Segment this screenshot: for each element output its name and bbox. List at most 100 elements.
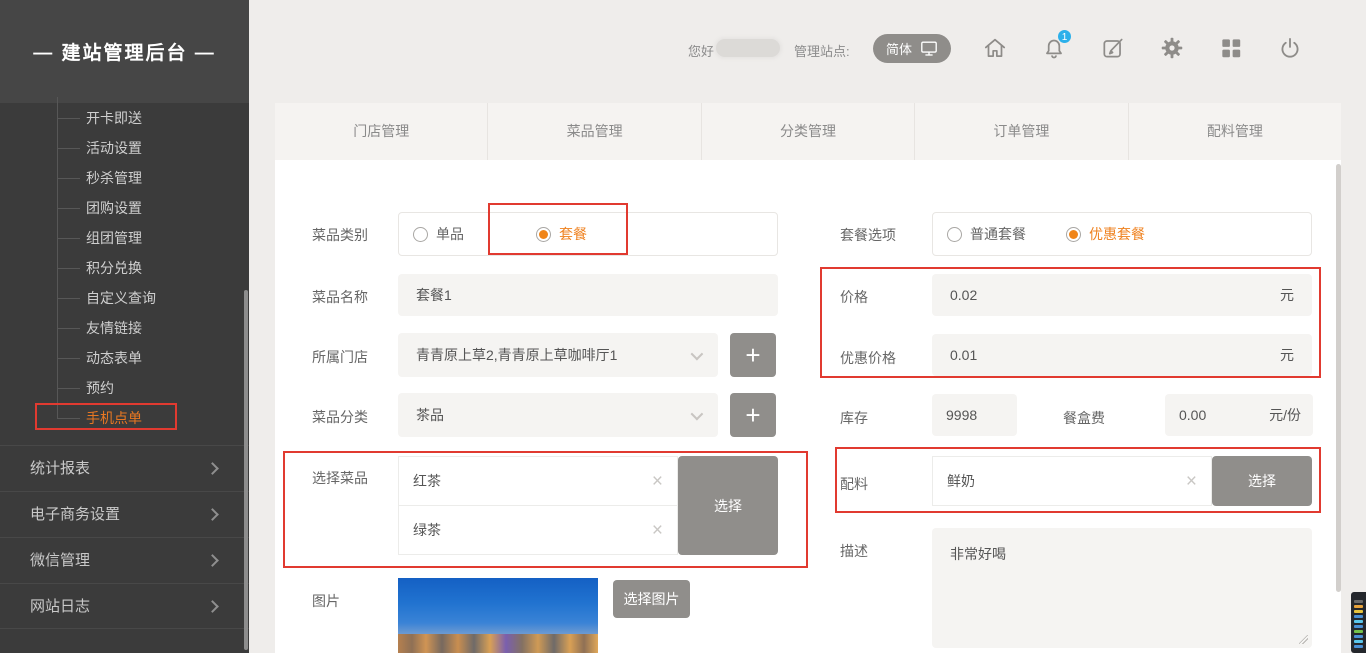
radio-option-combo[interactable]: 套餐: [536, 224, 587, 244]
store-select[interactable]: 青青原上草2,青青原上草咖啡厅1: [398, 333, 718, 377]
store-value: 青青原上草2,青青原上草咖啡厅1: [416, 345, 617, 365]
chevron-right-icon: [206, 554, 219, 567]
dish-classify-value: 茶品: [416, 405, 444, 425]
sidebar-item-group-buy[interactable]: 团购设置: [0, 193, 249, 223]
tab-bar: 门店管理 菜品管理 分类管理 订单管理 配料管理: [275, 103, 1341, 160]
tab-order-management[interactable]: 订单管理: [915, 103, 1128, 160]
chevron-right-icon: [206, 600, 219, 613]
close-icon[interactable]: ×: [652, 521, 663, 540]
sidebar-item-open-card-gift[interactable]: 开卡即送: [0, 103, 249, 133]
select-dishes-label: 选择菜品: [312, 468, 368, 488]
chevron-down-icon: [691, 347, 704, 360]
select-dishes-button[interactable]: 选择: [678, 456, 778, 555]
tab-dish-management[interactable]: 菜品管理: [488, 103, 701, 160]
sidebar-item-mobile-ordering[interactable]: 手机点单: [0, 403, 249, 433]
stock-input[interactable]: 9998: [932, 394, 1017, 436]
box-fee-label: 餐盒费: [1063, 408, 1105, 428]
select-ingredient-button[interactable]: 选择: [1212, 456, 1312, 506]
sidebar-sections: 统计报表 电子商务设置 微信管理 网站日志: [0, 445, 249, 629]
sidebar-section-label: 网站日志: [30, 598, 90, 615]
discount-price-unit: 元: [1280, 345, 1294, 365]
package-option-radio-group: 普通套餐 优惠套餐: [932, 212, 1312, 256]
main-panel: 门店管理 菜品管理 分类管理 订单管理 配料管理 菜品类别 单品 套餐 菜品名称…: [275, 103, 1341, 653]
dish-name-value: 套餐1: [416, 285, 452, 305]
add-store-button[interactable]: +: [730, 333, 776, 377]
notification-badge: 1: [1057, 29, 1072, 44]
close-icon[interactable]: ×: [652, 472, 663, 491]
sidebar-item-custom-query[interactable]: 自定义查询: [0, 283, 249, 313]
sidebar-section-label: 微信管理: [30, 552, 90, 569]
radio-option-single[interactable]: 单品: [413, 224, 464, 244]
description-label: 描述: [840, 541, 868, 561]
capture-plugin-widget[interactable]: [1351, 592, 1366, 653]
radio-option-normal-combo[interactable]: 普通套餐: [947, 224, 1026, 244]
sidebar-item-reservation[interactable]: 预约: [0, 373, 249, 403]
package-option-label: 套餐选项: [840, 225, 896, 245]
language-switch-button[interactable]: 简体: [873, 34, 951, 63]
radio-label: 普通套餐: [970, 224, 1026, 244]
sidebar-scrollbar[interactable]: [244, 290, 248, 650]
sidebar-item-group-mgmt[interactable]: 组团管理: [0, 223, 249, 253]
site-label: 管理站点:: [794, 41, 850, 60]
grid-apps-icon[interactable]: [1218, 35, 1244, 61]
radio-label: 套餐: [559, 224, 587, 244]
photo-sky: [398, 578, 598, 634]
dish-name-input[interactable]: 套餐1: [398, 274, 778, 316]
power-icon[interactable]: [1277, 35, 1303, 61]
price-input[interactable]: 0.02 元: [932, 274, 1312, 316]
sidebar-item-dynamic-form[interactable]: 动态表单: [0, 343, 249, 373]
photo-cityscape: [398, 634, 598, 653]
gear-icon[interactable]: [1159, 35, 1185, 61]
discount-price-input[interactable]: 0.01 元: [932, 334, 1312, 376]
radio-icon[interactable]: [947, 227, 962, 242]
description-textarea[interactable]: 非常好喝: [932, 528, 1312, 648]
ingredient-label: 配料: [840, 474, 868, 494]
sidebar-submenu: 开卡即送 活动设置 秒杀管理 团购设置 组团管理 积分兑换 自定义查询 友情链接…: [0, 103, 249, 433]
monitor-icon: [920, 40, 938, 57]
image-label: 图片: [312, 591, 340, 611]
price-value: 0.02: [950, 287, 977, 303]
dish-name-label: 菜品名称: [312, 287, 368, 307]
ingredient-row: 鲜奶 ×: [932, 456, 1212, 506]
sidebar-title: — 建站管理后台 —: [0, 0, 249, 103]
chevron-right-icon: [206, 508, 219, 521]
dish-classify-label: 菜品分类: [312, 407, 368, 427]
sidebar-section-ecommerce[interactable]: 电子商务设置: [0, 491, 249, 537]
admin-backend-page: — 建站管理后台 — 开卡即送 活动设置 秒杀管理 团购设置 组团管理 积分兑换…: [0, 0, 1366, 653]
sidebar-section-statistics[interactable]: 统计报表: [0, 445, 249, 491]
edit-icon[interactable]: [1100, 35, 1126, 61]
chevron-down-icon: [691, 407, 704, 420]
radio-option-discount-combo[interactable]: 优惠套餐: [1066, 224, 1145, 244]
sidebar-section-label: 统计报表: [30, 460, 90, 477]
tab-ingredient-management[interactable]: 配料管理: [1129, 103, 1341, 160]
home-icon[interactable]: [982, 35, 1008, 61]
radio-icon[interactable]: [1066, 227, 1081, 242]
select-image-button[interactable]: 选择图片: [613, 580, 690, 618]
radio-icon[interactable]: [413, 227, 428, 242]
stock-value: 9998: [946, 407, 977, 423]
sidebar-item-friend-links[interactable]: 友情链接: [0, 313, 249, 343]
sidebar-section-wechat[interactable]: 微信管理: [0, 537, 249, 583]
close-icon[interactable]: ×: [1186, 472, 1197, 491]
box-fee-value: 0.00: [1179, 407, 1206, 423]
content-scrollbar[interactable]: [1336, 164, 1341, 592]
tab-category-management[interactable]: 分类管理: [702, 103, 915, 160]
dish-category-label: 菜品类别: [312, 225, 368, 245]
radio-label: 优惠套餐: [1089, 224, 1145, 244]
box-fee-input[interactable]: 0.00 元/份: [1165, 394, 1313, 436]
price-unit: 元: [1280, 285, 1294, 305]
radio-icon[interactable]: [536, 227, 551, 242]
dish-item-green-tea: 绿茶: [413, 520, 441, 540]
sidebar-item-flash-sale[interactable]: 秒杀管理: [0, 163, 249, 193]
sidebar-item-points-exchange[interactable]: 积分兑换: [0, 253, 249, 283]
add-classify-button[interactable]: +: [730, 393, 776, 437]
dish-classify-select[interactable]: 茶品: [398, 393, 718, 437]
sidebar: — 建站管理后台 — 开卡即送 活动设置 秒杀管理 团购设置 组团管理 积分兑换…: [0, 0, 249, 653]
sidebar-item-activity-settings[interactable]: 活动设置: [0, 133, 249, 163]
sidebar-section-site-log[interactable]: 网站日志: [0, 583, 249, 629]
resize-handle-icon[interactable]: [1299, 635, 1308, 644]
tab-store-management[interactable]: 门店管理: [275, 103, 488, 160]
greeting-text: 您好: [688, 41, 714, 60]
box-fee-unit: 元/份: [1269, 405, 1301, 425]
stock-label: 库存: [840, 408, 868, 428]
